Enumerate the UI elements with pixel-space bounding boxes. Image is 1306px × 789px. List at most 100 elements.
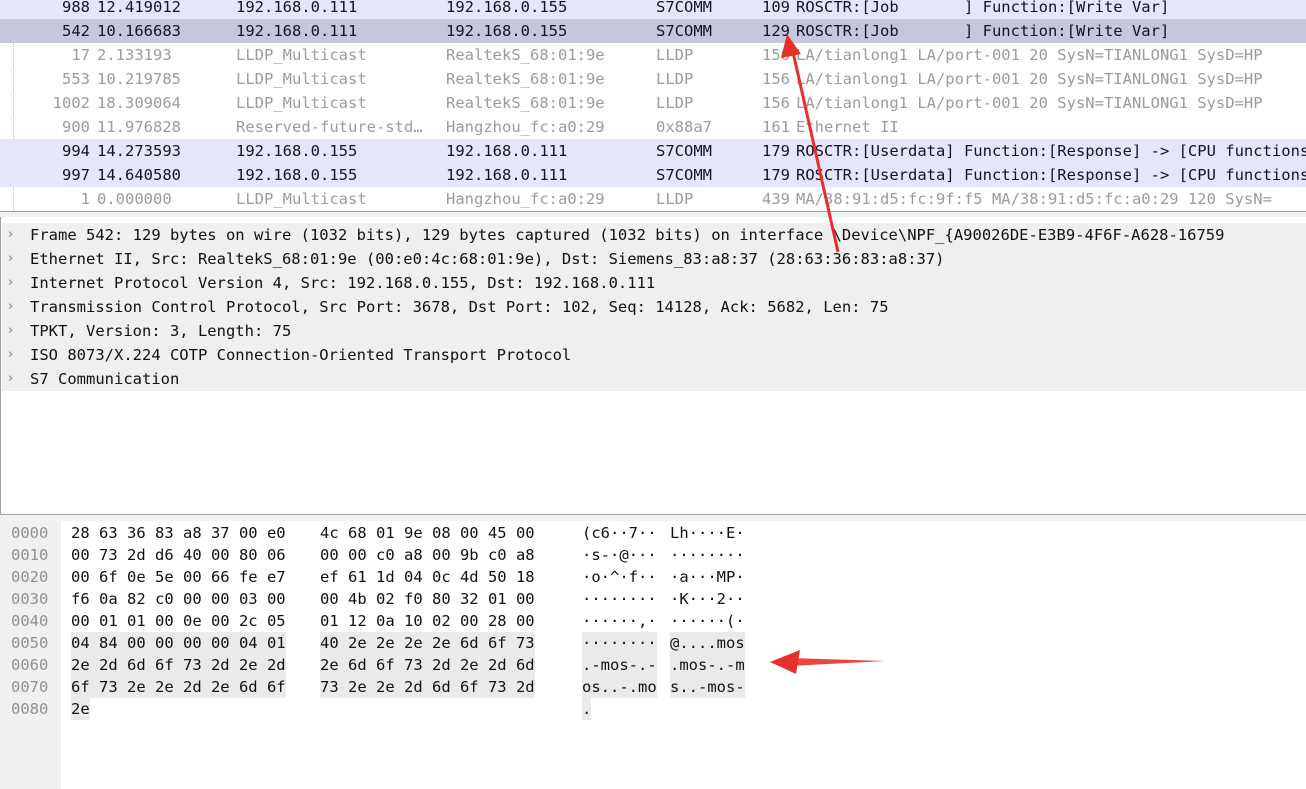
byte-offset: 0000 xyxy=(11,524,49,542)
ascii-left[interactable]: .-mos-.- xyxy=(582,654,657,676)
hex-bytes-right[interactable]: 00 00 c0 a8 00 9b c0 a8 xyxy=(320,544,535,566)
packet-source: LLDP_Multicast xyxy=(236,190,367,208)
packet-protocol: S7COMM xyxy=(656,22,712,40)
byte-offset: 0070 xyxy=(11,678,49,696)
expand-chevron-icon[interactable]: › xyxy=(8,295,22,319)
byte-offset: 0080 xyxy=(11,700,49,718)
byte-offset: 0010 xyxy=(11,546,49,564)
packet-time: 14.273593 xyxy=(97,142,181,160)
packet-row[interactable]: 900 11.976828 Reserved-future-std… Hangzhou… xyxy=(0,115,1306,139)
packet-info: LA/tianlong1 LA/port-001 20 SysN=TIANLON… xyxy=(796,70,1263,88)
hex-bytes-left[interactable]: 6f 73 2e 2e 2d 2e 6d 6f xyxy=(71,676,286,698)
hex-bytes-right[interactable]: 40 2e 2e 2e 2e 6d 6f 73 xyxy=(320,632,535,654)
detail-tree-item[interactable]: › Frame 542: 129 bytes on wire (1032 bits… xyxy=(2,223,1306,247)
hex-bytes-right[interactable]: 73 2e 2e 2d 6d 6f 73 2d xyxy=(320,676,535,698)
hex-bytes-left[interactable]: 2e 2d 6d 6f 73 2d 2e 2d xyxy=(71,654,286,676)
ascii-right[interactable]: ········ xyxy=(670,544,745,566)
byte-offset: 0020 xyxy=(11,568,49,586)
expand-chevron-icon[interactable]: › xyxy=(8,319,22,343)
detail-tree-item[interactable]: › Internet Protocol Version 4, Src: 192.1… xyxy=(2,271,1306,295)
hex-bytes-left[interactable]: 2e xyxy=(71,698,90,720)
ascii-right[interactable]: .mos-.-m xyxy=(670,654,745,676)
packet-length: 179 xyxy=(762,166,790,184)
packet-info: ROSCTR:[Job ] Function:[Write Var] xyxy=(796,0,1170,16)
packet-row[interactable]: 542 10.166683 192.168.0.111 192.168.0.155 S7… xyxy=(0,19,1306,43)
detail-tree-label: Transmission Control Protocol, Src Port:… xyxy=(30,298,889,316)
hex-row: 0060 2e 2d 6d 6f 73 2d 2e 2d 2e 6d 6f 73 2… xyxy=(0,654,1306,676)
expand-chevron-icon[interactable]: › xyxy=(8,343,22,367)
packet-number: 988 xyxy=(62,0,90,16)
packet-info: Ethernet II xyxy=(796,118,899,136)
packet-protocol: S7COMM xyxy=(656,166,712,184)
packet-protocol: LLDP xyxy=(656,46,694,64)
packet-info: MA/38:91:d5:fc:9f:f5 MA/38:91:d5:fc:a0:2… xyxy=(796,190,1272,208)
packet-protocol: LLDP xyxy=(656,190,694,208)
packet-destination: Hangzhou_fc:a0:29 xyxy=(446,118,605,136)
hex-bytes-left[interactable]: 04 84 00 00 00 00 04 01 xyxy=(71,632,286,654)
packet-source: 192.168.0.155 xyxy=(236,166,358,184)
ascii-left[interactable]: os..-.mo xyxy=(582,676,657,698)
ascii-left[interactable]: . xyxy=(582,698,592,720)
packet-info: LA/tianlong1 LA/port-001 20 SysN=TIANLON… xyxy=(796,94,1263,112)
hex-bytes-right[interactable]: 01 12 0a 10 02 00 28 00 xyxy=(320,610,535,632)
ascii-right[interactable]: ······(· xyxy=(670,610,745,632)
detail-tree-item[interactable]: › Ethernet II, Src: RealtekS_68:01:9e (00… xyxy=(2,247,1306,271)
packet-length: 179 xyxy=(762,142,790,160)
ascii-right[interactable]: Lh····E· xyxy=(670,522,745,544)
expand-chevron-icon[interactable]: › xyxy=(8,247,22,271)
packet-source: LLDP_Multicast xyxy=(236,94,367,112)
hex-bytes-left[interactable]: 00 01 01 00 0e 00 2c 05 xyxy=(71,610,286,632)
packet-row[interactable]: 1002 18.309064 LLDP_Multicast RealtekS_68:0… xyxy=(0,91,1306,115)
packet-source: 192.168.0.111 xyxy=(236,22,358,40)
hex-bytes-left[interactable]: 00 6f 0e 5e 00 66 fe e7 xyxy=(71,566,286,588)
ascii-left[interactable]: ······,· xyxy=(582,610,657,632)
packet-protocol: S7COMM xyxy=(656,142,712,160)
ascii-left[interactable]: (c6··7·· xyxy=(582,522,657,544)
packet-list-pane[interactable]: 988 12.419012 192.168.0.111 192.168.0.155 S7… xyxy=(0,0,1306,211)
packet-details-pane[interactable]: › Frame 542: 129 bytes on wire (1032 bits… xyxy=(0,217,1306,514)
hex-bytes-left[interactable]: 28 63 36 83 a8 37 00 e0 xyxy=(71,522,286,544)
packet-row[interactable]: 1 0.000000 LLDP_Multicast Hangzhou_fc:a0:29… xyxy=(0,187,1306,211)
ascii-left[interactable]: ·s-·@··· xyxy=(582,544,657,566)
detail-tree-label: TPKT, Version: 3, Length: 75 xyxy=(30,322,292,340)
packet-number: 900 xyxy=(62,118,90,136)
expand-chevron-icon[interactable]: › xyxy=(8,271,22,295)
ascii-left[interactable]: ·o·^·f·· xyxy=(582,566,657,588)
hex-bytes-left[interactable]: 00 73 2d d6 40 00 80 06 xyxy=(71,544,286,566)
hex-bytes-left[interactable]: f6 0a 82 c0 00 00 03 00 xyxy=(71,588,286,610)
packet-row[interactable]: 988 12.419012 192.168.0.111 192.168.0.155 S7… xyxy=(0,0,1306,19)
expand-chevron-icon[interactable]: › xyxy=(8,367,22,391)
packet-time: 10.166683 xyxy=(97,22,181,40)
packet-row[interactable]: 17 2.133193 LLDP_Multicast RealtekS_68:01:9… xyxy=(0,43,1306,67)
ascii-left[interactable]: ········ xyxy=(582,632,657,654)
detail-tree-label: ISO 8073/X.224 COTP Connection-Oriented … xyxy=(30,346,572,364)
packet-length: 439 xyxy=(762,190,790,208)
packet-bytes-pane[interactable]: 0000 28 63 36 83 a8 37 00 e0 4c 68 01 9e 0… xyxy=(0,521,1306,789)
packet-info: LA/tianlong1 LA/port-001 20 SysN=TIANLON… xyxy=(796,46,1263,64)
ascii-right[interactable]: @....mos xyxy=(670,632,745,654)
packet-row[interactable]: 553 10.219785 LLDP_Multicast RealtekS_68:01… xyxy=(0,67,1306,91)
detail-tree-item[interactable]: › TPKT, Version: 3, Length: 75 xyxy=(2,319,1306,343)
packet-protocol: 0x88a7 xyxy=(656,118,712,136)
hex-row: 0080 2e. xyxy=(0,698,1306,720)
packet-row[interactable]: 994 14.273593 192.168.0.155 192.168.0.111 S7… xyxy=(0,139,1306,163)
ascii-left[interactable]: ········ xyxy=(582,588,657,610)
packet-row[interactable]: 997 14.640580 192.168.0.155 192.168.0.111 S7… xyxy=(0,163,1306,187)
hex-bytes-right[interactable]: 4c 68 01 9e 08 00 45 00 xyxy=(320,522,535,544)
hex-bytes-right[interactable]: ef 61 1d 04 0c 4d 50 18 xyxy=(320,566,535,588)
detail-tree-item[interactable]: › S7 Communication xyxy=(2,367,1306,391)
packet-time: 11.976828 xyxy=(97,118,181,136)
detail-tree-item[interactable]: › ISO 8073/X.224 COTP Connection-Oriented… xyxy=(2,343,1306,367)
expand-chevron-icon[interactable]: › xyxy=(8,223,22,247)
packet-number: 17 xyxy=(71,46,90,64)
detail-tree-item[interactable]: › Transmission Control Protocol, Src Port… xyxy=(2,295,1306,319)
ascii-right[interactable]: ·a···MP· xyxy=(670,566,745,588)
hex-bytes-right[interactable]: 00 4b 02 f0 80 32 01 00 xyxy=(320,588,535,610)
ascii-right[interactable]: ·K···2·· xyxy=(670,588,745,610)
packet-info: ROSCTR:[Userdata] Function:[Response] ->… xyxy=(796,166,1306,184)
ascii-right[interactable]: s..-mos- xyxy=(670,676,745,698)
packet-source: LLDP_Multicast xyxy=(236,46,367,64)
packet-number: 994 xyxy=(62,142,90,160)
hex-bytes-right[interactable]: 2e 6d 6f 73 2d 2e 2d 6d xyxy=(320,654,535,676)
packet-length: 156 xyxy=(762,94,790,112)
